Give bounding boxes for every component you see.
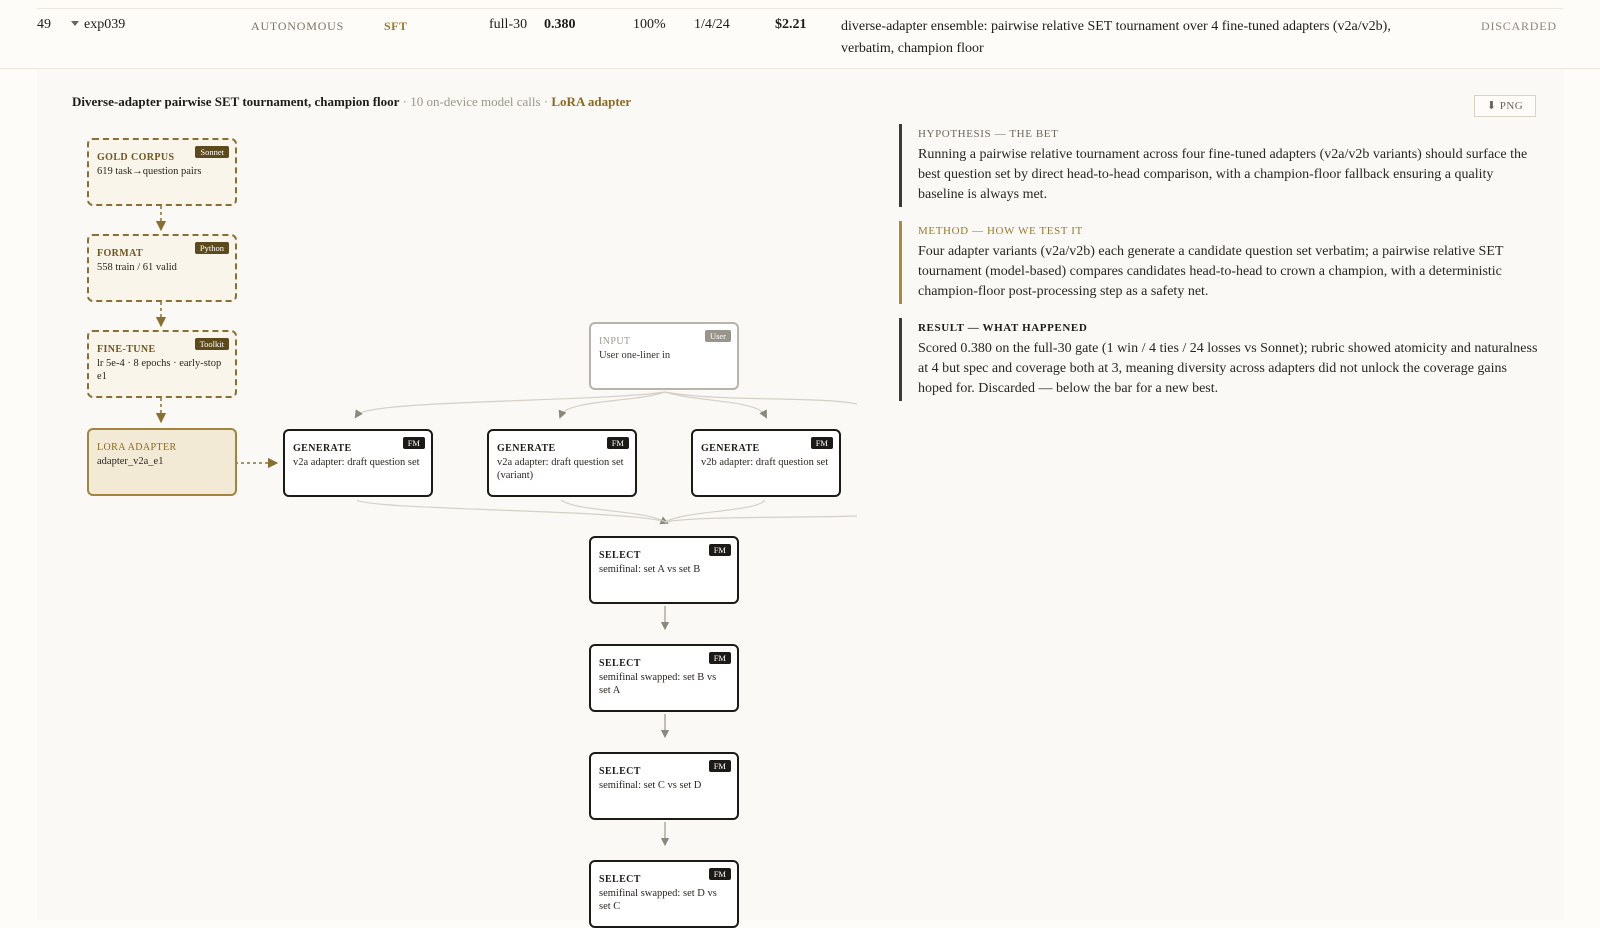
hypothesis-body: Running a pairwise relative tournament a… (918, 147, 1528, 202)
status-badge: DISCARDED (1481, 19, 1557, 33)
node-select-1[interactable]: FM SELECT semifinal: set A vs set B (589, 536, 739, 604)
percent-value: 100% (633, 17, 666, 32)
experiment-toggle[interactable]: exp039 (71, 17, 125, 33)
experiment-notes: HYPOTHESIS — THE BET Running a pairwise … (899, 124, 1539, 415)
result-note: RESULT — WHAT HAPPENED Scored 0.380 on t… (899, 318, 1539, 401)
mode-label: AUTONOMOUS (251, 19, 345, 33)
experiment-row[interactable]: 49 exp039 AUTONOMOUS SFT full-30 0.380 1… (0, 0, 1600, 69)
node-badge: FM (606, 437, 629, 449)
node-desc: v2a adapter: draft question set (293, 457, 420, 468)
score-value: 0.380 (544, 17, 576, 32)
method-body: Four adapter variants (v2a/v2b) each gen… (918, 244, 1504, 299)
node-input[interactable]: User INPUT User one-liner in (589, 322, 739, 390)
result-heading: RESULT — WHAT HAPPENED (918, 322, 1088, 334)
node-gold-corpus[interactable]: Sonnet GOLD CORPUS 619 task→question pai… (87, 138, 237, 206)
hypothesis-heading: HYPOTHESIS — THE BET (918, 128, 1059, 140)
node-desc: lr 5e-4 · 8 epochs · early-stop e1 (97, 358, 222, 382)
node-badge: FM (402, 437, 425, 449)
node-lora-adapter[interactable]: LORA ADAPTER adapter_v2a_e1 (87, 428, 237, 496)
node-desc: 619 task→question pairs (97, 166, 202, 177)
type-label: SFT (384, 19, 408, 33)
hypothesis-note: HYPOTHESIS — THE BET Running a pairwise … (899, 124, 1539, 207)
node-desc: adapter_v2a_e1 (97, 456, 164, 467)
node-badge: FM (708, 652, 731, 664)
row-number: 49 (37, 17, 51, 32)
node-badge: FM (708, 760, 731, 772)
node-desc: semifinal: set C vs set D (599, 780, 702, 791)
result-body: Scored 0.380 on the full-30 gate (1 win … (918, 341, 1538, 396)
node-badge: FM (810, 437, 833, 449)
node-generate-3[interactable]: FM GENERATE v2b adapter: draft question … (691, 429, 841, 497)
node-badge: Sonnet (195, 146, 229, 158)
node-select-2[interactable]: FM SELECT semifinal swapped: set B vs se… (589, 644, 739, 712)
row-divider (37, 8, 1563, 9)
experiment-description: diverse-adapter ensemble: pairwise relat… (841, 19, 1391, 56)
node-desc: 558 train / 61 valid (97, 262, 177, 273)
node-fine-tune[interactable]: Toolkit FINE-TUNE lr 5e-4 · 8 epochs · e… (87, 330, 237, 398)
node-generate-1[interactable]: FM GENERATE v2a adapter: draft question … (283, 429, 433, 497)
node-select-4[interactable]: FM SELECT semifinal swapped: set D vs se… (589, 860, 739, 928)
node-desc: v2b adapter: draft question set (701, 457, 829, 468)
cost-value: $2.21 (775, 17, 807, 32)
node-desc: semifinal swapped: set B vs set A (599, 672, 717, 696)
node-badge: FM (708, 868, 731, 880)
node-desc: User one-liner in (599, 350, 671, 361)
gate-label: full-30 (489, 17, 528, 32)
node-format[interactable]: Python FORMAT 558 train / 61 valid (87, 234, 237, 302)
method-note: METHOD — HOW WE TEST IT Four adapter var… (899, 221, 1539, 304)
node-desc: semifinal swapped: set D vs set C (599, 888, 717, 912)
node-badge: FM (708, 544, 731, 556)
node-select-3[interactable]: FM SELECT semifinal: set C vs set D (589, 752, 739, 820)
node-kind: LORA ADAPTER (97, 442, 177, 453)
node-badge: User (704, 330, 731, 342)
download-png-button[interactable]: ⬇ PNG (1474, 95, 1536, 117)
chevron-down-icon[interactable] (71, 21, 79, 26)
node-badge: Toolkit (194, 338, 229, 350)
method-heading: METHOD — HOW WE TEST IT (918, 225, 1083, 237)
node-generate-2[interactable]: FM GENERATE v2a adapter: draft question … (487, 429, 637, 497)
experiment-detail-panel: Diverse-adapter pairwise SET tournament,… (37, 70, 1564, 928)
node-desc: v2a adapter: draft question set (variant… (497, 457, 624, 481)
record-value: 1/4/24 (694, 17, 730, 32)
experiment-id: exp039 (84, 17, 126, 32)
node-badge: Python (194, 242, 229, 254)
node-desc: semifinal: set A vs set B (599, 564, 701, 575)
